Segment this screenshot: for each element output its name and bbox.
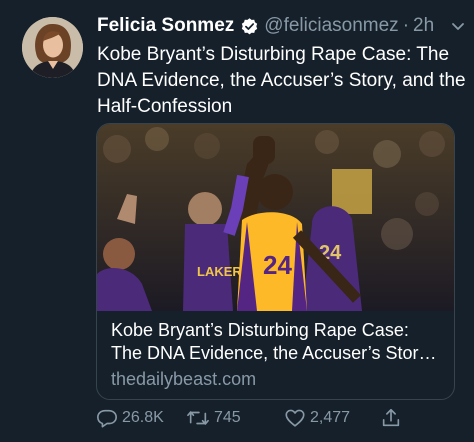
card-domain: thedailybeast.com bbox=[111, 369, 257, 389]
author-name[interactable]: Felicia Sonmez bbox=[97, 15, 234, 37]
like-count: 2,477 bbox=[310, 409, 351, 426]
share-button[interactable] bbox=[380, 407, 410, 429]
tweet-header: Felicia Sonmez @feliciasonmez · 2h bbox=[97, 13, 466, 39]
like-icon bbox=[285, 409, 305, 427]
card-image[interactable]: 24 LAKERS 24 bbox=[97, 124, 454, 311]
jersey-number: 24 bbox=[263, 250, 292, 280]
retweet-count: 745 bbox=[214, 409, 241, 426]
reply-button[interactable]: 26.8K bbox=[96, 407, 186, 429]
share-icon bbox=[382, 408, 400, 427]
author-handle[interactable]: @feliciasonmez bbox=[264, 15, 398, 37]
retweet-icon bbox=[187, 411, 209, 425]
chevron-down-icon[interactable] bbox=[450, 18, 466, 34]
avatar[interactable] bbox=[22, 17, 83, 78]
verified-icon bbox=[240, 17, 259, 36]
tweet-actions: 26.8K 745 2,477 bbox=[96, 404, 456, 432]
tweet-text: Kobe Bryant’s Disturbing Rape Case: The … bbox=[97, 44, 466, 117]
link-card[interactable]: 24 LAKERS 24 Kobe Bryant’s Disturbing Ra… bbox=[96, 123, 455, 400]
like-button[interactable]: 2,477 bbox=[284, 407, 380, 429]
retweet-button[interactable]: 745 bbox=[186, 407, 284, 429]
separator: · bbox=[402, 15, 410, 36]
reply-count: 26.8K bbox=[122, 409, 164, 426]
card-title: Kobe Bryant’s Disturbing Rape Case: The … bbox=[111, 320, 432, 363]
timestamp[interactable]: 2h bbox=[413, 15, 434, 37]
reply-icon bbox=[97, 409, 117, 428]
